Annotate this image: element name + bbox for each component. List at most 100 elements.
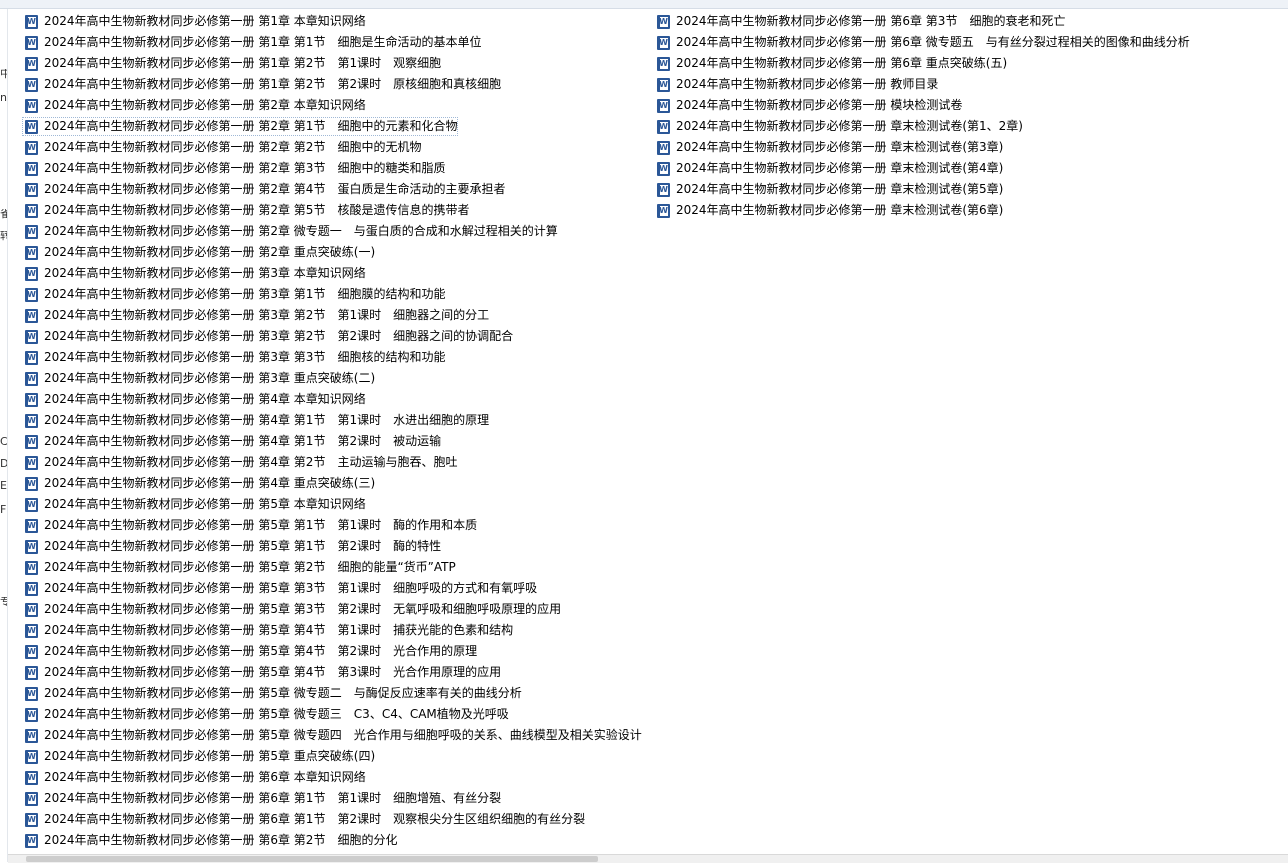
file-item[interactable]: 2024年高中生物新教材同步必修第一册 第5章 第3节 第2课时 无氧呼吸和细胞… <box>22 600 642 619</box>
file-item[interactable]: 2024年高中生物新教材同步必修第一册 第5章 第1节 第1课时 酶的作用和本质 <box>22 516 642 535</box>
file-name: 2024年高中生物新教材同步必修第一册 第2章 重点突破练(一) <box>44 245 376 259</box>
word-document-icon <box>25 749 38 764</box>
word-document-icon <box>25 518 38 533</box>
file-name: 2024年高中生物新教材同步必修第一册 教师目录 <box>676 77 939 91</box>
word-document-icon <box>25 602 38 617</box>
file-item[interactable]: 2024年高中生物新教材同步必修第一册 第3章 第2节 第1课时 细胞器之间的分… <box>22 306 642 325</box>
file-item[interactable]: 2024年高中生物新教材同步必修第一册 章末检测试卷(第1、2章) <box>654 117 1214 136</box>
nav-pane-fragment: 转 <box>0 231 7 241</box>
file-item[interactable]: 2024年高中生物新教材同步必修第一册 第2章 第3节 细胞中的糖类和脂质 <box>22 159 642 178</box>
file-name: 2024年高中生物新教材同步必修第一册 第3章 本章知识网络 <box>44 266 366 280</box>
file-item[interactable]: 2024年高中生物新教材同步必修第一册 第6章 微专题五 与有丝分裂过程相关的图… <box>654 33 1214 52</box>
word-document-icon <box>25 98 38 113</box>
file-name: 2024年高中生物新教材同步必修第一册 第5章 第4节 第1课时 捕获光能的色素… <box>44 623 514 637</box>
file-name: 2024年高中生物新教材同步必修第一册 第3章 重点突破练(二) <box>44 371 376 385</box>
file-item[interactable]: 2024年高中生物新教材同步必修第一册 第2章 第4节 蛋白质是生命活动的主要承… <box>22 180 642 199</box>
word-document-icon <box>25 833 38 848</box>
file-item[interactable]: 2024年高中生物新教材同步必修第一册 第3章 本章知识网络 <box>22 264 642 283</box>
word-document-icon <box>25 623 38 638</box>
file-item[interactable]: 2024年高中生物新教材同步必修第一册 教师目录 <box>654 75 1214 94</box>
file-item[interactable]: 2024年高中生物新教材同步必修第一册 第5章 第2节 细胞的能量“货币”ATP <box>22 558 642 577</box>
file-name: 2024年高中生物新教材同步必修第一册 第6章 微专题五 与有丝分裂过程相关的图… <box>676 35 1190 49</box>
file-item[interactable]: 2024年高中生物新教材同步必修第一册 第3章 第2节 第2课时 细胞器之间的协… <box>22 327 642 346</box>
file-name: 2024年高中生物新教材同步必修第一册 第6章 重点突破练(五) <box>676 56 1008 70</box>
file-item[interactable]: 2024年高中生物新教材同步必修第一册 第1章 本章知识网络 <box>22 12 642 31</box>
file-item[interactable]: 2024年高中生物新教材同步必修第一册 第6章 第1节 第1课时 细胞增殖、有丝… <box>22 789 642 808</box>
word-document-icon <box>25 161 38 176</box>
word-document-icon <box>657 77 670 92</box>
file-item[interactable]: 2024年高中生物新教材同步必修第一册 第6章 第3节 细胞的衰老和死亡 <box>654 12 1214 31</box>
word-document-icon <box>25 224 38 239</box>
file-item[interactable]: 2024年高中生物新教材同步必修第一册 第6章 第2节 细胞的分化 <box>22 831 642 850</box>
file-item[interactable]: 2024年高中生物新教材同步必修第一册 章末检测试卷(第4章) <box>654 159 1214 178</box>
word-document-icon <box>25 77 38 92</box>
nav-pane-fragment: F <box>0 505 7 515</box>
file-name: 2024年高中生物新教材同步必修第一册 章末检测试卷(第6章) <box>676 203 1004 217</box>
file-item[interactable]: 2024年高中生物新教材同步必修第一册 第1章 第2节 第1课时 观察细胞 <box>22 54 642 73</box>
file-name: 2024年高中生物新教材同步必修第一册 第2章 微专题一 与蛋白质的合成和水解过… <box>44 224 558 238</box>
file-item[interactable]: 2024年高中生物新教材同步必修第一册 第4章 第1节 第2课时 被动运输 <box>22 432 642 451</box>
file-name: 2024年高中生物新教材同步必修第一册 第2章 第2节 细胞中的无机物 <box>44 140 422 154</box>
file-name: 2024年高中生物新教材同步必修第一册 第2章 本章知识网络 <box>44 98 366 112</box>
file-name: 2024年高中生物新教材同步必修第一册 第6章 本章知识网络 <box>44 770 366 784</box>
file-name: 2024年高中生物新教材同步必修第一册 第3章 第3节 细胞核的结构和功能 <box>44 350 446 364</box>
file-item[interactable]: 2024年高中生物新教材同步必修第一册 第6章 第1节 第2课时 观察根尖分生区… <box>22 810 642 829</box>
navigation-pane[interactable]: 中 n 雀 转 C D E F 专 <box>0 9 8 862</box>
file-item[interactable]: 2024年高中生物新教材同步必修第一册 第3章 重点突破练(二) <box>22 369 642 388</box>
file-item[interactable]: 2024年高中生物新教材同步必修第一册 第5章 微专题四 光合作用与细胞呼吸的关… <box>22 726 642 745</box>
word-document-icon <box>25 413 38 428</box>
file-item[interactable]: 2024年高中生物新教材同步必修第一册 章末检测试卷(第6章) <box>654 201 1214 220</box>
file-item[interactable]: 2024年高中生物新教材同步必修第一册 第5章 微专题二 与酶促反应速率有关的曲… <box>22 684 642 703</box>
file-item[interactable]: 2024年高中生物新教材同步必修第一册 第2章 微专题一 与蛋白质的合成和水解过… <box>22 222 642 241</box>
file-item[interactable]: 2024年高中生物新教材同步必修第一册 第4章 第1节 第1课时 水进出细胞的原… <box>22 411 642 430</box>
scrollbar-thumb[interactable] <box>26 856 598 862</box>
file-name: 2024年高中生物新教材同步必修第一册 第2章 第3节 细胞中的糖类和脂质 <box>44 161 446 175</box>
file-item[interactable]: 2024年高中生物新教材同步必修第一册 第2章 第5节 核酸是遗传信息的携带者 <box>22 201 642 220</box>
word-document-icon <box>25 14 38 29</box>
file-item[interactable]: 2024年高中生物新教材同步必修第一册 第5章 第4节 第1课时 捕获光能的色素… <box>22 621 642 640</box>
file-item[interactable]: 2024年高中生物新教材同步必修第一册 第5章 第3节 第1课时 细胞呼吸的方式… <box>22 579 642 598</box>
file-item[interactable]: 2024年高中生物新教材同步必修第一册 第2章 重点突破练(一) <box>22 243 642 262</box>
word-document-icon <box>25 644 38 659</box>
file-list-view[interactable]: 2024年高中生物新教材同步必修第一册 第1章 本章知识网络 2024年高中生物新… <box>8 9 1288 854</box>
file-item[interactable]: 2024年高中生物新教材同步必修第一册 第5章 重点突破练(四) <box>22 747 642 766</box>
word-document-icon <box>25 203 38 218</box>
file-item[interactable]: 2024年高中生物新教材同步必修第一册 第4章 重点突破练(三) <box>22 474 642 493</box>
file-name: 2024年高中生物新教材同步必修第一册 第5章 第2节 细胞的能量“货币”ATP <box>44 560 456 574</box>
word-document-icon <box>25 182 38 197</box>
file-name: 2024年高中生物新教材同步必修第一册 第5章 第4节 第2课时 光合作用的原理 <box>44 644 478 658</box>
file-item[interactable]: 2024年高中生物新教材同步必修第一册 第5章 第4节 第2课时 光合作用的原理 <box>22 642 642 661</box>
file-item[interactable]: 2024年高中生物新教材同步必修第一册 第2章 本章知识网络 <box>22 96 642 115</box>
file-name: 2024年高中生物新教材同步必修第一册 章末检测试卷(第5章) <box>676 182 1004 196</box>
file-item[interactable]: 2024年高中生物新教材同步必修第一册 第4章 本章知识网络 <box>22 390 642 409</box>
file-name: 2024年高中生物新教材同步必修第一册 第5章 微专题三 C3、C4、CAM植物… <box>44 707 509 721</box>
file-item[interactable]: 2024年高中生物新教材同步必修第一册 章末检测试卷(第3章) <box>654 138 1214 157</box>
file-item[interactable]: 2024年高中生物新教材同步必修第一册 第2章 第1节 细胞中的元素和化合物 <box>22 117 458 136</box>
file-name: 2024年高中生物新教材同步必修第一册 章末检测试卷(第1、2章) <box>676 119 1023 133</box>
word-document-icon <box>25 539 38 554</box>
file-item[interactable]: 2024年高中生物新教材同步必修第一册 第5章 第4节 第3课时 光合作用原理的… <box>22 663 642 682</box>
file-item[interactable]: 2024年高中生物新教材同步必修第一册 模块检测试卷 <box>654 96 1214 115</box>
file-item[interactable]: 2024年高中生物新教材同步必修第一册 第5章 第1节 第2课时 酶的特性 <box>22 537 642 556</box>
file-item[interactable]: 2024年高中生物新教材同步必修第一册 第2章 第2节 细胞中的无机物 <box>22 138 642 157</box>
nav-pane-fragment: 中 <box>0 69 7 79</box>
top-toolbar-edge <box>0 0 1288 9</box>
file-item[interactable]: 2024年高中生物新教材同步必修第一册 第3章 第3节 细胞核的结构和功能 <box>22 348 642 367</box>
file-name: 2024年高中生物新教材同步必修第一册 第3章 第2节 第1课时 细胞器之间的分… <box>44 308 490 322</box>
word-document-icon <box>25 287 38 302</box>
file-item[interactable]: 2024年高中生物新教材同步必修第一册 章末检测试卷(第5章) <box>654 180 1214 199</box>
file-item[interactable]: 2024年高中生物新教材同步必修第一册 第1章 第1节 细胞是生命活动的基本单位 <box>22 33 642 52</box>
file-item[interactable]: 2024年高中生物新教材同步必修第一册 第6章 重点突破练(五) <box>654 54 1214 73</box>
file-name: 2024年高中生物新教材同步必修第一册 第4章 重点突破练(三) <box>44 476 376 490</box>
file-name: 2024年高中生物新教材同步必修第一册 第3章 第1节 细胞膜的结构和功能 <box>44 287 446 301</box>
word-document-icon <box>25 581 38 596</box>
file-name: 2024年高中生物新教材同步必修第一册 章末检测试卷(第3章) <box>676 140 1004 154</box>
file-item[interactable]: 2024年高中生物新教材同步必修第一册 第4章 第2节 主动运输与胞吞、胞吐 <box>22 453 642 472</box>
file-item[interactable]: 2024年高中生物新教材同步必修第一册 第5章 本章知识网络 <box>22 495 642 514</box>
word-document-icon <box>657 203 670 218</box>
file-item[interactable]: 2024年高中生物新教材同步必修第一册 第3章 第1节 细胞膜的结构和功能 <box>22 285 642 304</box>
file-name: 2024年高中生物新教材同步必修第一册 第5章 第3节 第1课时 细胞呼吸的方式… <box>44 581 538 595</box>
file-item[interactable]: 2024年高中生物新教材同步必修第一册 第5章 微专题三 C3、C4、CAM植物… <box>22 705 642 724</box>
file-item[interactable]: 2024年高中生物新教材同步必修第一册 第1章 第2节 第2课时 原核细胞和真核… <box>22 75 642 94</box>
file-item[interactable]: 2024年高中生物新教材同步必修第一册 第6章 本章知识网络 <box>22 768 642 787</box>
